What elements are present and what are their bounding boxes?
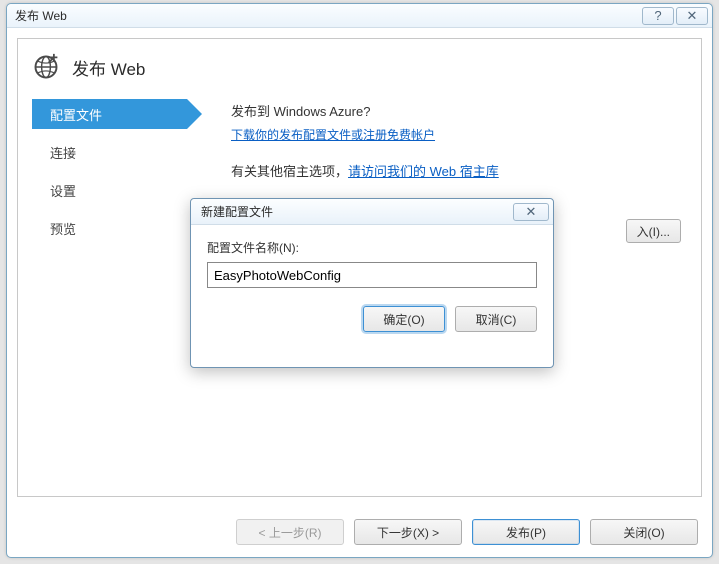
close-button[interactable]: ✕ <box>676 7 708 25</box>
nav-item-settings[interactable]: 设置 <box>32 175 187 205</box>
nav-item-label: 预览 <box>50 219 76 238</box>
publish-button[interactable]: 发布(P) <box>472 519 580 545</box>
wizard-header: 发布 Web <box>18 39 701 89</box>
dialog-title: 新建配置文件 <box>201 203 513 220</box>
nav-item-connection[interactable]: 连接 <box>32 137 187 167</box>
nav-item-label: 配置文件 <box>50 105 102 124</box>
dialog-ok-label: 确定(O) <box>383 311 424 328</box>
import-button[interactable]: 入(I)... <box>626 219 681 243</box>
new-profile-dialog: 新建配置文件 ✕ 配置文件名称(N): 确定(O) 取消(C) <box>190 198 554 368</box>
window-title: 发布 Web <box>15 7 640 24</box>
nav-item-label: 连接 <box>50 143 76 162</box>
globe-publish-icon <box>32 53 60 81</box>
download-profile-link[interactable]: 下载你的发布配置文件或注册免费帐户 <box>231 128 435 142</box>
dialog-cancel-button[interactable]: 取消(C) <box>455 306 537 332</box>
next-button[interactable]: 下一步(X) > <box>354 519 462 545</box>
dialog-cancel-label: 取消(C) <box>476 311 517 328</box>
help-icon: ? <box>654 8 661 23</box>
profile-name-input[interactable] <box>207 262 537 288</box>
dialog-close-button[interactable]: ✕ <box>513 203 549 221</box>
dialog-footer: 确定(O) 取消(C) <box>191 298 553 346</box>
window-titlebar: 发布 Web ? ✕ <box>7 4 712 28</box>
profile-name-label: 配置文件名称(N): <box>207 239 537 256</box>
close-wizard-button[interactable]: 关闭(O) <box>590 519 698 545</box>
other-host-prefix: 有关其他宿主选项， <box>231 164 348 179</box>
dialog-titlebar: 新建配置文件 ✕ <box>191 199 553 225</box>
wizard-footer: < 上一步(R) 下一步(X) > 发布(P) 关闭(O) <box>17 519 702 545</box>
import-button-label: 入(I)... <box>637 223 670 240</box>
close-wizard-button-label: 关闭(O) <box>623 524 664 541</box>
azure-question: 发布到 Windows Azure? <box>231 101 687 120</box>
dialog-body: 配置文件名称(N): <box>191 225 553 298</box>
nav-item-preview[interactable]: 预览 <box>32 213 187 243</box>
wizard-title: 发布 Web <box>72 55 145 80</box>
close-icon: ✕ <box>687 8 698 24</box>
other-host-line: 有关其他宿主选项，请访问我们的 Web 宿主库 <box>231 161 687 180</box>
nav-item-label: 设置 <box>50 181 76 200</box>
prev-button-label: < 上一步(R) <box>258 524 321 541</box>
next-button-label: 下一步(X) > <box>377 524 439 541</box>
web-host-gallery-link[interactable]: 请访问我们的 Web 宿主库 <box>348 164 499 179</box>
publish-button-label: 发布(P) <box>506 524 546 541</box>
prev-button: < 上一步(R) <box>236 519 344 545</box>
nav-item-profile[interactable]: 配置文件 <box>32 99 187 129</box>
wizard-nav: 配置文件 连接 设置 预览 <box>32 99 187 251</box>
close-icon: ✕ <box>526 204 537 220</box>
help-button[interactable]: ? <box>642 7 674 25</box>
dialog-ok-button[interactable]: 确定(O) <box>363 306 445 332</box>
